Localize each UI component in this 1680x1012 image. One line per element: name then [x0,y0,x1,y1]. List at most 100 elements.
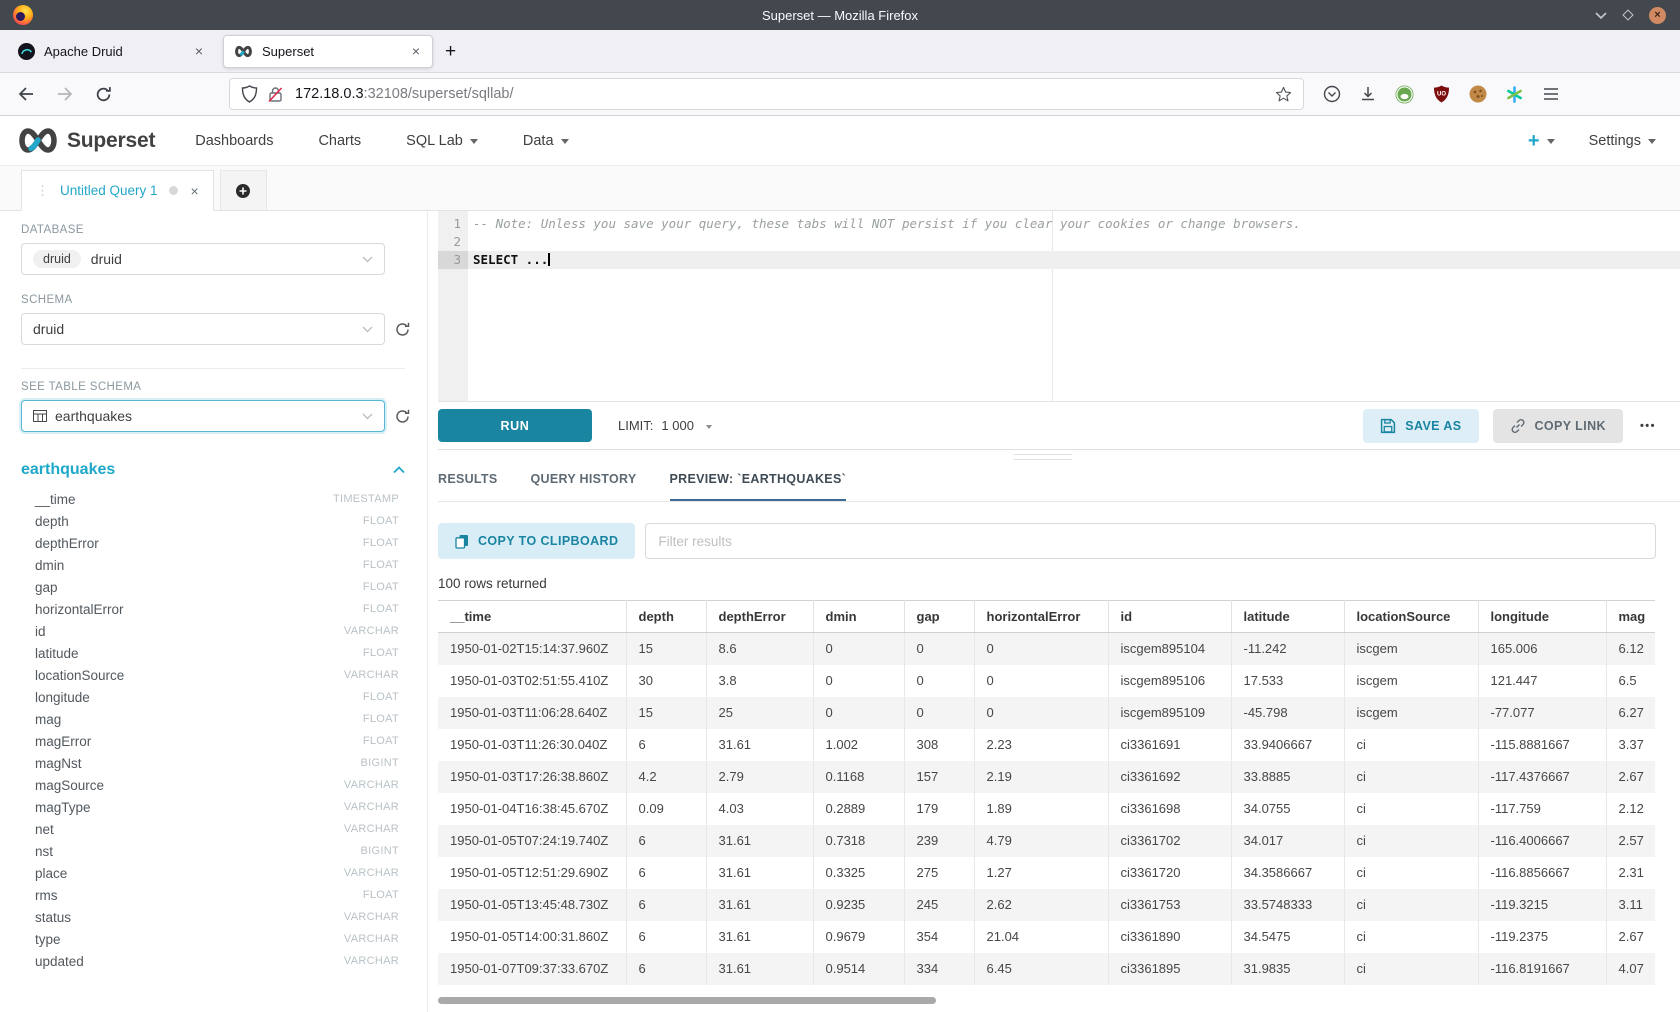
browser-tab-superset[interactable]: Superset × [223,35,433,68]
superset-brand[interactable]: Superset [67,129,155,153]
schema-column-row[interactable]: longitudeFLOAT [21,686,399,708]
cookie-icon[interactable] [1469,85,1487,103]
caret-down-icon [706,425,712,429]
table-cell: 15 [626,697,706,729]
browser-tab-apache-druid[interactable]: Apache Druid × [8,35,215,68]
window-close-button[interactable]: × [1649,7,1666,24]
drag-handle-icon[interactable]: ⋮ [36,183,49,199]
limit-dropdown[interactable]: LIMIT: 1 000 [618,418,712,433]
schema-column-row[interactable]: statusVARCHAR [21,906,399,928]
tab-close-icon[interactable]: × [193,43,205,59]
schema-column-row[interactable]: magTypeVARCHAR [21,796,399,818]
table-cell: iscgem895109 [1108,697,1231,729]
filter-results-input[interactable] [645,523,1656,559]
table-cell: 0.1168 [813,761,904,793]
nav-item-data[interactable]: Data [523,133,569,149]
column-header[interactable]: depthError [706,601,813,633]
column-header[interactable]: latitude [1231,601,1344,633]
column-header[interactable]: locationSource [1344,601,1478,633]
schema-column-row[interactable]: depthErrorFLOAT [21,532,399,554]
tab-preview[interactable]: PREVIEW: `EARTHQUAKES` [670,472,847,501]
new-tab-button[interactable]: + [445,42,456,61]
schema-column-row[interactable]: gapFLOAT [21,576,399,598]
copy-to-clipboard-button[interactable]: COPY TO CLIPBOARD [438,523,635,559]
nav-item-dashboards[interactable]: Dashboards [195,133,273,149]
sql-code-editor[interactable]: 1 2 3 -- Note: Unless you save your quer… [438,211,1680,402]
copy-link-button[interactable]: COPY LINK [1493,409,1623,443]
column-header[interactable]: dmin [813,601,904,633]
nav-item-sql-lab[interactable]: SQL Lab [406,133,478,149]
schema-column-row[interactable]: latitudeFLOAT [21,642,399,664]
table-cell: 4.79 [974,825,1108,857]
schema-column-row[interactable]: updatedVARCHAR [21,950,399,972]
column-header[interactable]: gap [904,601,974,633]
schema-column-row[interactable]: dminFLOAT [21,554,399,576]
column-header[interactable]: depth [626,601,706,633]
column-header[interactable]: horizontalError [974,601,1108,633]
schema-column-row[interactable]: __timeTIMESTAMP [21,488,399,510]
pane-resize-handle[interactable] [1014,454,1072,460]
table-schema-title[interactable]: earthquakes [21,461,115,479]
menu-hamburger-icon[interactable] [1543,87,1559,101]
editor-code-area[interactable]: -- Note: Unless you save your query, the… [468,211,1680,401]
shield-icon[interactable] [241,85,258,103]
schema-column-row[interactable]: depthFLOAT [21,510,399,532]
forward-icon[interactable] [56,86,74,102]
tab-results[interactable]: RESULTS [438,472,498,501]
ublock-icon[interactable]: UO [1433,85,1450,103]
reload-icon[interactable] [95,86,112,103]
nav-item-charts[interactable]: Charts [318,133,361,149]
schema-column-row[interactable]: nstBIGINT [21,840,399,862]
more-options-icon[interactable]: ••• [1640,420,1656,432]
privacy-badger-icon[interactable] [1395,85,1414,104]
table-cell: 0.09 [626,793,706,825]
table-select[interactable]: earthquakes [21,400,385,432]
downloads-icon[interactable] [1360,86,1376,102]
tab-close-icon[interactable]: × [410,43,422,59]
containers-icon[interactable] [1506,86,1523,103]
schema-column-row[interactable]: magFLOAT [21,708,399,730]
schema-column-row[interactable]: locationSourceVARCHAR [21,664,399,686]
new-item-dropdown[interactable]: + [1528,131,1555,151]
window-menu-chevron-icon[interactable] [1595,12,1607,19]
schema-column-row[interactable]: magErrorFLOAT [21,730,399,752]
schema-select[interactable]: druid [21,313,385,345]
refresh-table-icon[interactable] [394,408,411,425]
bookmark-star-icon[interactable] [1275,86,1292,103]
column-header[interactable]: __time [438,601,626,633]
schema-column-row[interactable]: magNstBIGINT [21,752,399,774]
insecure-lock-icon[interactable] [268,86,283,103]
collapse-chevron-up-icon[interactable] [393,466,405,474]
new-query-tab-button[interactable] [220,170,267,210]
column-type: FLOAT [363,735,399,747]
schema-column-row[interactable]: placeVARCHAR [21,862,399,884]
save-as-button[interactable]: SAVE AS [1363,409,1478,443]
query-tab-close-icon[interactable]: × [191,183,199,199]
column-name: rms [35,888,58,903]
column-header[interactable]: id [1108,601,1231,633]
url-bar[interactable]: 172.18.0.3:32108/superset/sqllab/ [229,78,1304,110]
run-button[interactable]: RUN [438,409,592,442]
settings-menu[interactable]: Settings [1589,133,1656,149]
table-cell: -116.4006667 [1478,825,1606,857]
window-maximize-icon[interactable] [1622,9,1633,20]
back-icon[interactable] [17,86,35,102]
schema-column-row[interactable]: netVARCHAR [21,818,399,840]
schema-column-row[interactable]: idVARCHAR [21,620,399,642]
tab-query-history[interactable]: QUERY HISTORY [531,472,637,501]
database-select[interactable]: druid druid [21,243,385,275]
schema-column-row[interactable]: horizontalErrorFLOAT [21,598,399,620]
url-text[interactable]: 172.18.0.3:32108/superset/sqllab/ [295,86,1275,102]
column-header[interactable]: mag [1606,601,1655,633]
refresh-schema-icon[interactable] [394,321,411,338]
scrollbar-thumb[interactable] [438,997,936,1004]
caret-down-icon [470,139,478,144]
schema-column-row[interactable]: magSourceVARCHAR [21,774,399,796]
column-header[interactable]: longitude [1478,601,1606,633]
table-cell: 0 [813,665,904,697]
table-cell: 2.67 [1606,921,1655,953]
query-tab-active[interactable]: ⋮ Untitled Query 1 × [21,170,214,211]
schema-column-row[interactable]: rmsFLOAT [21,884,399,906]
schema-column-row[interactable]: typeVARCHAR [21,928,399,950]
pocket-icon[interactable] [1323,85,1341,103]
